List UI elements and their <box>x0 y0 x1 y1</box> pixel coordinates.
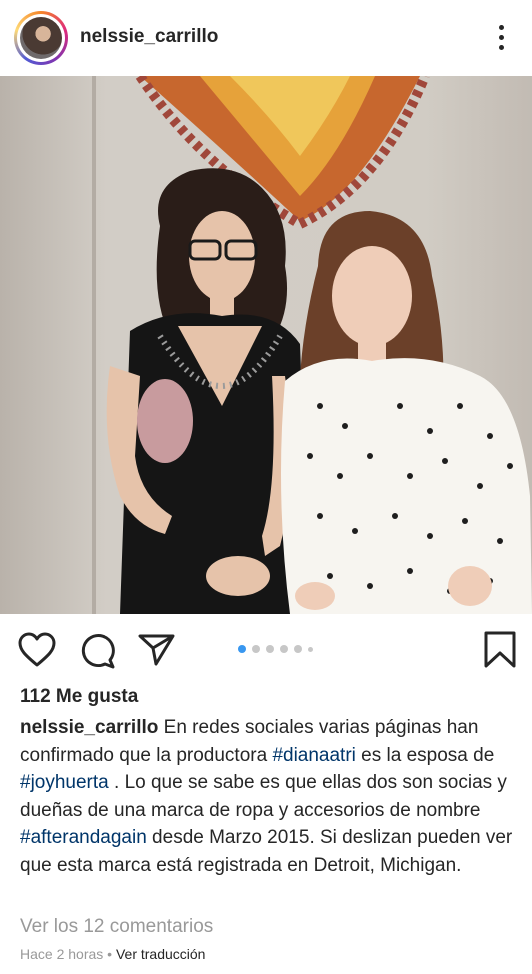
post-meta: Hace 2 horas • Ver traducción <box>20 946 205 962</box>
meta-separator: • <box>103 946 116 962</box>
caption-username[interactable]: nelssie_carrillo <box>20 717 158 738</box>
see-translation-link[interactable]: Ver traducción <box>116 946 206 962</box>
like-heart-icon[interactable] <box>18 632 56 668</box>
hashtag-joyhuerta[interactable]: #joyhuerta <box>20 772 109 793</box>
avatar-border <box>17 14 65 62</box>
carousel-dot <box>266 645 274 653</box>
likes-count[interactable]: 112 Me gusta <box>20 686 138 708</box>
view-comments-link[interactable]: Ver los 12 comentarios <box>20 916 213 938</box>
avatar[interactable] <box>14 11 68 65</box>
hashtag-afterandagain[interactable]: #afterandagain <box>20 827 147 848</box>
caption-text-2: es la esposa de <box>355 744 495 766</box>
more-options-icon[interactable] <box>490 22 512 54</box>
carousel-dot-active <box>238 645 246 653</box>
carousel-dot <box>280 645 288 653</box>
action-bar <box>0 624 532 680</box>
carousel-dot <box>308 647 313 652</box>
photo-illustration <box>0 76 532 614</box>
carousel-dot <box>252 645 260 653</box>
avatar-image <box>20 17 62 59</box>
post-caption: nelssie_carrillo En redes sociales varia… <box>20 714 520 879</box>
post-time: Hace 2 horas <box>20 946 104 962</box>
save-bookmark-icon[interactable] <box>484 631 516 669</box>
username-link[interactable]: nelssie_carrillo <box>80 26 218 48</box>
carousel-dot <box>294 645 302 653</box>
hashtag-dianaatri[interactable]: #dianaatri <box>272 745 355 766</box>
comment-icon[interactable] <box>80 633 116 669</box>
post-header: nelssie_carrillo <box>0 0 532 76</box>
share-send-icon[interactable] <box>138 633 176 667</box>
post-photo[interactable] <box>0 76 532 614</box>
